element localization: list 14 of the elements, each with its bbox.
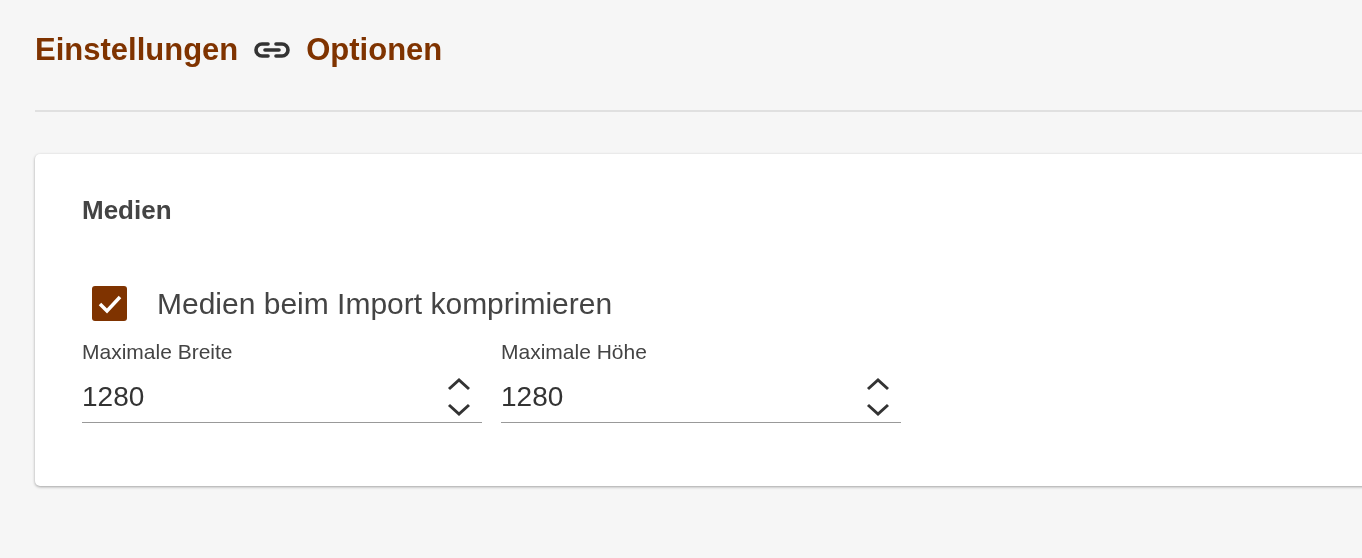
checkbox[interactable]	[92, 286, 127, 321]
breadcrumb-link[interactable]: Optionen	[306, 32, 443, 68]
field-label: Maximale Breite	[82, 339, 234, 365]
checkbox-label[interactable]: Medien beim Import komprimieren	[157, 286, 613, 321]
increment-button[interactable]	[446, 375, 472, 392]
field-label: Maximale Höhe	[501, 339, 648, 365]
section-title: Medien	[82, 194, 173, 227]
increment-button[interactable]	[865, 375, 891, 392]
check-icon	[97, 293, 122, 314]
number-field[interactable]: 1280	[82, 380, 446, 413]
breadcrumb-link[interactable]: Einstellungen	[35, 32, 239, 68]
number-field[interactable]: 1280	[501, 380, 865, 413]
decrement-button[interactable]	[865, 401, 891, 418]
decrement-button[interactable]	[446, 401, 472, 418]
